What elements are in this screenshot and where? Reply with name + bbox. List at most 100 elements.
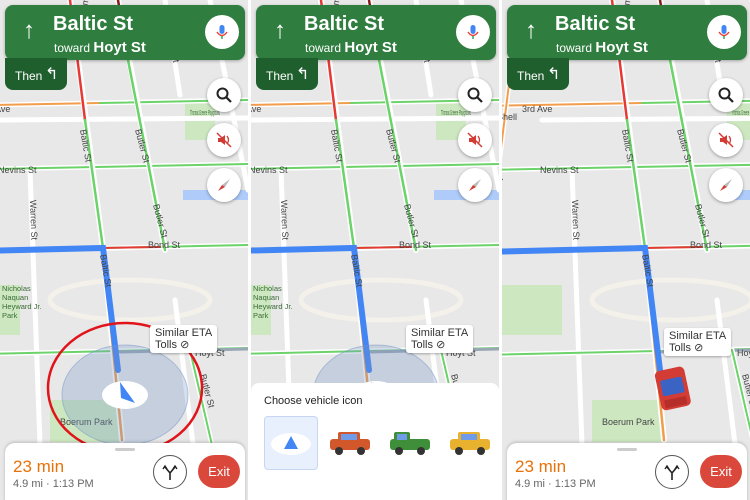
toll-icon: ⊘ [691, 342, 704, 354]
toll-icon: ⊘ [433, 339, 446, 351]
search-icon [718, 87, 734, 103]
navigation-arrow-icon [271, 433, 311, 455]
search-button[interactable] [207, 78, 241, 112]
exit-button[interactable]: Exit [198, 455, 240, 488]
arrow-up-icon: ↑ [274, 17, 286, 44]
yellow-suv-icon [450, 432, 490, 455]
route-info-bubble[interactable]: Similar ETA Tolls ⊘ [664, 328, 732, 356]
then-next-turn[interactable]: Then ↰ [256, 58, 318, 90]
eta-duration: 23 min [515, 457, 567, 476]
road [0, 115, 248, 123]
panel-3: Baltic St Baltic St Butler St Butler St Butl… [502, 0, 750, 500]
voice-search-button[interactable] [707, 15, 741, 49]
mute-button[interactable] [207, 123, 241, 157]
drag-handle[interactable] [617, 448, 637, 451]
vehicle-option-red-sedan[interactable] [324, 416, 376, 468]
turn-left-icon: ↰ [45, 66, 59, 83]
trip-details: 4.9 mi · 1:13 PM [515, 478, 596, 490]
map-label-nevins: Nevins St [540, 165, 579, 175]
route-bubble-eta: Similar ETA [669, 330, 727, 342]
microphone-icon [216, 25, 228, 39]
navigation-header[interactable]: ↑ Baltic St toward Hoyt St [256, 5, 496, 60]
turn-left-icon: ↰ [547, 66, 561, 83]
then-label: Then [15, 69, 43, 83]
trip-summary-card[interactable]: 23 min 4.9 mi · 1:13 PM Exit [5, 443, 245, 500]
map-label-hoyt: Hoyt St [737, 348, 750, 358]
then-label: Then [266, 69, 294, 83]
voice-search-button[interactable] [205, 15, 239, 49]
map-label-thomas: Thomas Greene Playground [441, 110, 471, 117]
mute-button[interactable] [458, 123, 492, 157]
alternate-routes-button[interactable] [655, 455, 689, 489]
voice-search-button[interactable] [456, 15, 490, 49]
toward-text: toward Hoyt St [305, 39, 397, 56]
toward-label: toward [556, 41, 593, 55]
map-label-bond: Bond St [399, 240, 432, 250]
map-label-third: 3rd Ave [0, 104, 10, 114]
panel-1: Baltic St Baltic St Butler St Butler St Butl… [0, 0, 248, 500]
arrow-up-icon: ↑ [23, 17, 35, 44]
road [251, 115, 499, 123]
mute-icon [467, 132, 483, 148]
map-label-bond: Bond St [690, 240, 723, 250]
tolls-label: Tolls [669, 342, 692, 354]
map-label-nicholas: Nicholas Naquan Heyward Jr. Park [2, 284, 42, 320]
route-bubble-tolls: Tolls ⊘ [155, 339, 212, 351]
search-button[interactable] [709, 78, 743, 112]
vehicle-option-green-pickup[interactable] [384, 416, 436, 468]
route-info-bubble[interactable]: Similar ETA Tolls ⊘ [150, 325, 218, 353]
current-street: Baltic St [555, 13, 636, 35]
drag-handle[interactable] [115, 448, 135, 451]
compass-button[interactable] [207, 168, 241, 202]
route-info-bubble[interactable]: Similar ETA Tolls ⊘ [406, 325, 474, 353]
fork-icon [162, 464, 178, 480]
then-label: Then [517, 69, 545, 83]
route-bubble-tolls: Tolls ⊘ [669, 342, 726, 354]
map-label-thomas: Thomas Greene Playground [190, 110, 220, 117]
vehicle-icon-sheet: Choose vehicle icon [251, 383, 499, 500]
compass-button[interactable] [458, 168, 492, 202]
trip-details: 4.9 mi · 1:13 PM [13, 478, 94, 490]
compass-icon [218, 179, 230, 191]
map-label-shell: Shell [502, 112, 517, 122]
trip-summary-card[interactable]: 23 min 4.9 mi · 1:13 PM Exit [507, 443, 747, 500]
map-label-warren: Warren St [570, 200, 581, 241]
map-label-warren: Warren St [279, 200, 290, 241]
sheet-title: Choose vehicle icon [264, 395, 363, 407]
toward-street: Hoyt St [344, 39, 397, 56]
compass-button[interactable] [709, 168, 743, 202]
tolls-label: Tolls [411, 339, 434, 351]
then-next-turn[interactable]: Then ↰ [5, 58, 67, 90]
compass-icon [720, 179, 732, 191]
microphone-icon [467, 25, 479, 39]
mute-button[interactable] [709, 123, 743, 157]
map-label-boerum: Boerum Park [602, 417, 655, 427]
toward-label: toward [305, 41, 342, 55]
exit-button[interactable]: Exit [700, 455, 742, 488]
toward-label: toward [54, 41, 91, 55]
park-nicholas [502, 285, 562, 335]
vehicle-option-navigation-arrow[interactable] [264, 416, 318, 470]
route-bubble-eta: Similar ETA [411, 327, 469, 339]
route-bubble-eta: Similar ETA [155, 327, 213, 339]
toward-street: Hoyt St [93, 39, 146, 56]
map-label-thomas: Thomas Greene Playground [732, 110, 750, 117]
toward-street: Hoyt St [595, 39, 648, 56]
road [539, 115, 750, 123]
vehicle-option-yellow-suv[interactable] [444, 416, 496, 468]
mute-icon [216, 132, 232, 148]
toward-text: toward Hoyt St [54, 39, 146, 56]
eta-duration: 23 min [13, 457, 65, 476]
search-icon [216, 87, 232, 103]
alternate-routes-button[interactable] [153, 455, 187, 489]
red-sedan-icon [330, 432, 370, 455]
then-next-turn[interactable]: Then ↰ [507, 58, 569, 90]
navigation-header[interactable]: ↑ Baltic St toward Hoyt St [507, 5, 747, 60]
fork-icon [664, 464, 680, 480]
map-label-bond: Bond St [148, 240, 181, 250]
search-button[interactable] [458, 78, 492, 112]
current-street: Baltic St [304, 13, 385, 35]
navigation-header[interactable]: ↑ Baltic St toward Hoyt St [5, 5, 245, 60]
map-label-nevins: Nevins St [251, 165, 288, 175]
green-pickup-icon [390, 432, 430, 455]
